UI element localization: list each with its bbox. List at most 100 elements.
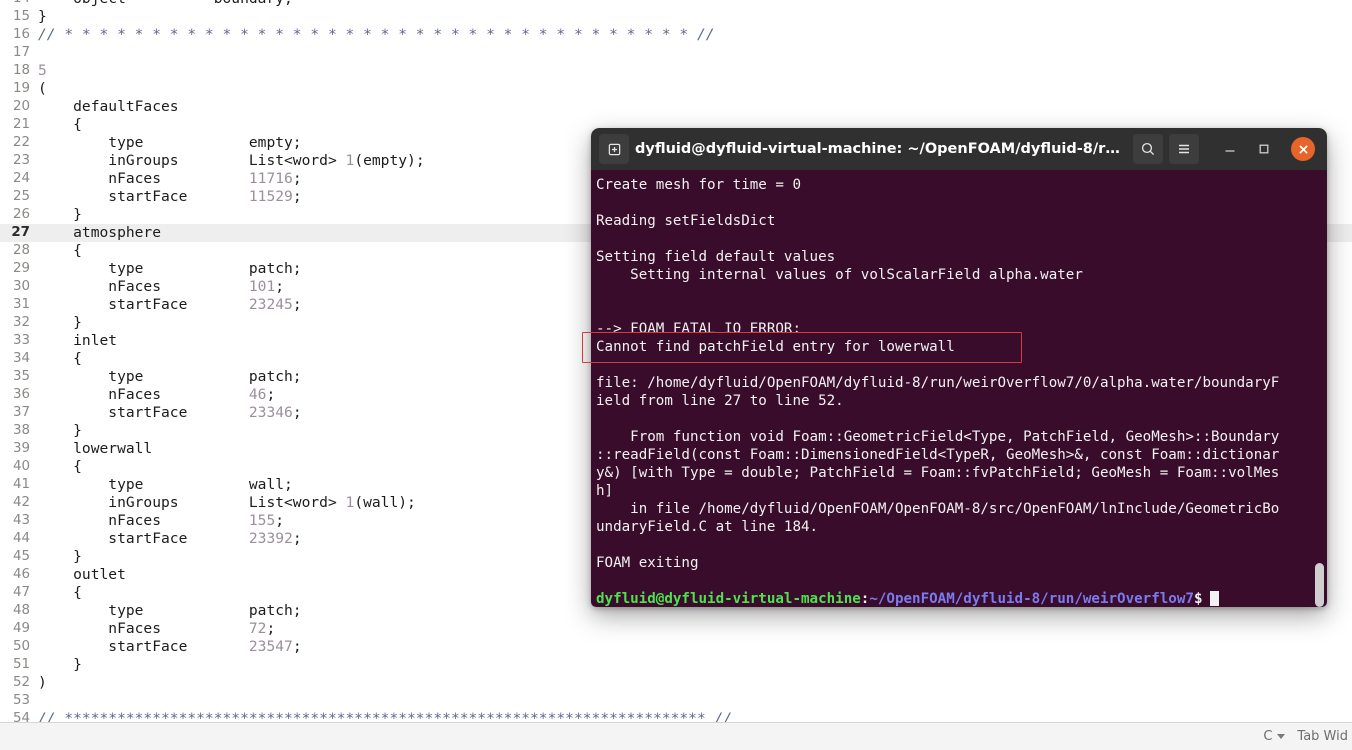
line-number: 28 bbox=[12, 243, 30, 258]
line-number: 54 bbox=[12, 711, 30, 722]
search-icon bbox=[1141, 142, 1155, 156]
line-number: 33 bbox=[12, 333, 30, 348]
code-token: startFace bbox=[38, 530, 249, 547]
code-token: nFaces bbox=[38, 512, 249, 529]
terminal-output-area[interactable]: Create mesh for time = 0 Reading setFiel… bbox=[591, 170, 1327, 607]
code-token: ; bbox=[266, 386, 276, 403]
code-line[interactable]: 49 nFaces 72; bbox=[0, 620, 1352, 638]
terminal-text: in file /home/dyfluid/OpenFOAM/OpenFOAM-… bbox=[596, 501, 1280, 517]
code-token: ; bbox=[292, 530, 302, 547]
code-line[interactable]: 14 object boundary; bbox=[0, 0, 1352, 8]
code-line-text: nFaces 11716; bbox=[30, 170, 301, 188]
code-line-text: atmosphere bbox=[30, 224, 161, 242]
terminal-title-text: dyfluid@dyfluid-virtual-machine: ~/OpenF… bbox=[635, 141, 1133, 157]
line-number: 29 bbox=[12, 261, 30, 276]
close-button[interactable] bbox=[1291, 137, 1315, 161]
line-number: 45 bbox=[12, 549, 30, 564]
code-line-text: } bbox=[30, 206, 82, 224]
code-token: 1 bbox=[345, 494, 355, 511]
code-line[interactable]: 17 bbox=[0, 44, 1352, 62]
terminal-text: Cannot find patchField entry for lowerwa… bbox=[596, 339, 955, 355]
code-token: { bbox=[38, 584, 82, 601]
terminal-line: Cannot find patchField entry for lowerwa… bbox=[594, 338, 1327, 356]
line-number: 49 bbox=[12, 621, 30, 636]
terminal-text: From function void Foam::GeometricField<… bbox=[596, 429, 1280, 445]
terminal-scrollbar-thumb[interactable] bbox=[1315, 563, 1324, 607]
code-token: 23346 bbox=[248, 404, 293, 421]
code-token: type patch; bbox=[38, 260, 302, 277]
code-line[interactable]: 18 5 bbox=[0, 62, 1352, 80]
line-number: 23 bbox=[12, 153, 30, 168]
minimize-button[interactable] bbox=[1217, 136, 1243, 162]
terminal-scrollbar[interactable] bbox=[1315, 218, 1324, 607]
line-number: 20 bbox=[12, 99, 30, 114]
code-token: { bbox=[38, 116, 82, 133]
code-line-text: startFace 23392; bbox=[30, 530, 302, 548]
line-number: 41 bbox=[12, 477, 30, 492]
code-token: nFaces bbox=[38, 278, 249, 295]
new-tab-button[interactable] bbox=[599, 134, 629, 164]
code-line[interactable]: 19 ( bbox=[0, 80, 1352, 98]
terminal-line-list: Create mesh for time = 0 Reading setFiel… bbox=[594, 176, 1327, 607]
code-token: } bbox=[38, 548, 82, 565]
terminal-cursor bbox=[1210, 591, 1220, 606]
terminal-text: --> FOAM FATAL IO ERROR: bbox=[596, 321, 801, 337]
code-line-text: inGroups List<word> 1(wall); bbox=[30, 494, 416, 512]
terminal-search-button[interactable] bbox=[1133, 134, 1163, 164]
line-number: 39 bbox=[12, 441, 30, 456]
code-token: nFaces bbox=[38, 386, 249, 403]
code-line[interactable]: 50 startFace 23547; bbox=[0, 638, 1352, 656]
code-token: startFace bbox=[38, 404, 249, 421]
code-token: } bbox=[38, 422, 82, 439]
code-line[interactable]: 51 } bbox=[0, 656, 1352, 674]
code-token: (empty); bbox=[354, 152, 425, 169]
language-label: C bbox=[1263, 729, 1273, 744]
code-line-text: } bbox=[30, 8, 47, 26]
code-line[interactable]: 16 // * * * * * * * * * * * * * * * * * *… bbox=[0, 26, 1352, 44]
code-line[interactable]: 52) bbox=[0, 674, 1352, 692]
line-number: 25 bbox=[12, 189, 30, 204]
code-line-text: } bbox=[30, 548, 82, 566]
tab-width-selector[interactable]: Tab Wid bbox=[1297, 729, 1348, 744]
code-token: 23245 bbox=[248, 296, 293, 313]
code-line[interactable]: 54 // ***********************************… bbox=[0, 710, 1352, 722]
code-token: 11716 bbox=[248, 170, 293, 187]
code-line-text: } bbox=[30, 422, 82, 440]
terminal-window[interactable]: dyfluid@dyfluid-virtual-machine: ~/OpenF… bbox=[591, 128, 1327, 607]
code-token: ; bbox=[292, 188, 302, 205]
code-line-text: nFaces 101; bbox=[30, 278, 284, 296]
code-line-text: type patch; bbox=[30, 260, 302, 278]
line-number: 15 bbox=[12, 9, 30, 24]
code-token: atmosphere bbox=[38, 224, 162, 241]
code-line-text: startFace 23245; bbox=[30, 296, 301, 314]
code-token: 101 bbox=[248, 278, 276, 295]
line-number: 53 bbox=[12, 693, 30, 708]
terminal-line: ::readField(const Foam::DimensionedField… bbox=[594, 446, 1327, 464]
code-line[interactable]: 15} bbox=[0, 8, 1352, 26]
code-token: // *************************************… bbox=[38, 710, 733, 722]
terminal-title-bar[interactable]: dyfluid@dyfluid-virtual-machine: ~/OpenF… bbox=[591, 128, 1327, 170]
code-line-text: { bbox=[30, 350, 82, 368]
code-token: startFace bbox=[38, 638, 249, 655]
code-line-text: type wall; bbox=[30, 476, 293, 494]
code-line[interactable]: 20 defaultFaces bbox=[0, 98, 1352, 116]
language-selector[interactable]: C bbox=[1263, 729, 1286, 744]
code-line[interactable]: 53 bbox=[0, 692, 1352, 710]
terminal-menu-button[interactable] bbox=[1169, 134, 1199, 164]
line-number: 30 bbox=[12, 279, 30, 294]
code-line-text: } bbox=[30, 314, 82, 332]
maximize-button[interactable] bbox=[1251, 136, 1277, 162]
terminal-text: y&) [with Type = double; PatchField = Fo… bbox=[596, 465, 1280, 481]
code-line-text: nFaces 46; bbox=[30, 386, 275, 404]
code-token: object boundary; bbox=[38, 0, 293, 7]
terminal-text: Create mesh for time = 0 bbox=[596, 177, 801, 193]
code-token: type patch; bbox=[38, 368, 302, 385]
terminal-line: --> FOAM FATAL IO ERROR: bbox=[594, 320, 1327, 338]
line-number: 40 bbox=[12, 459, 30, 474]
terminal-text: ield from line 27 to line 52. bbox=[596, 393, 844, 409]
line-number: 32 bbox=[12, 315, 30, 330]
terminal-line: h] bbox=[594, 482, 1327, 500]
terminal-text: Reading setFieldsDict bbox=[596, 213, 776, 229]
